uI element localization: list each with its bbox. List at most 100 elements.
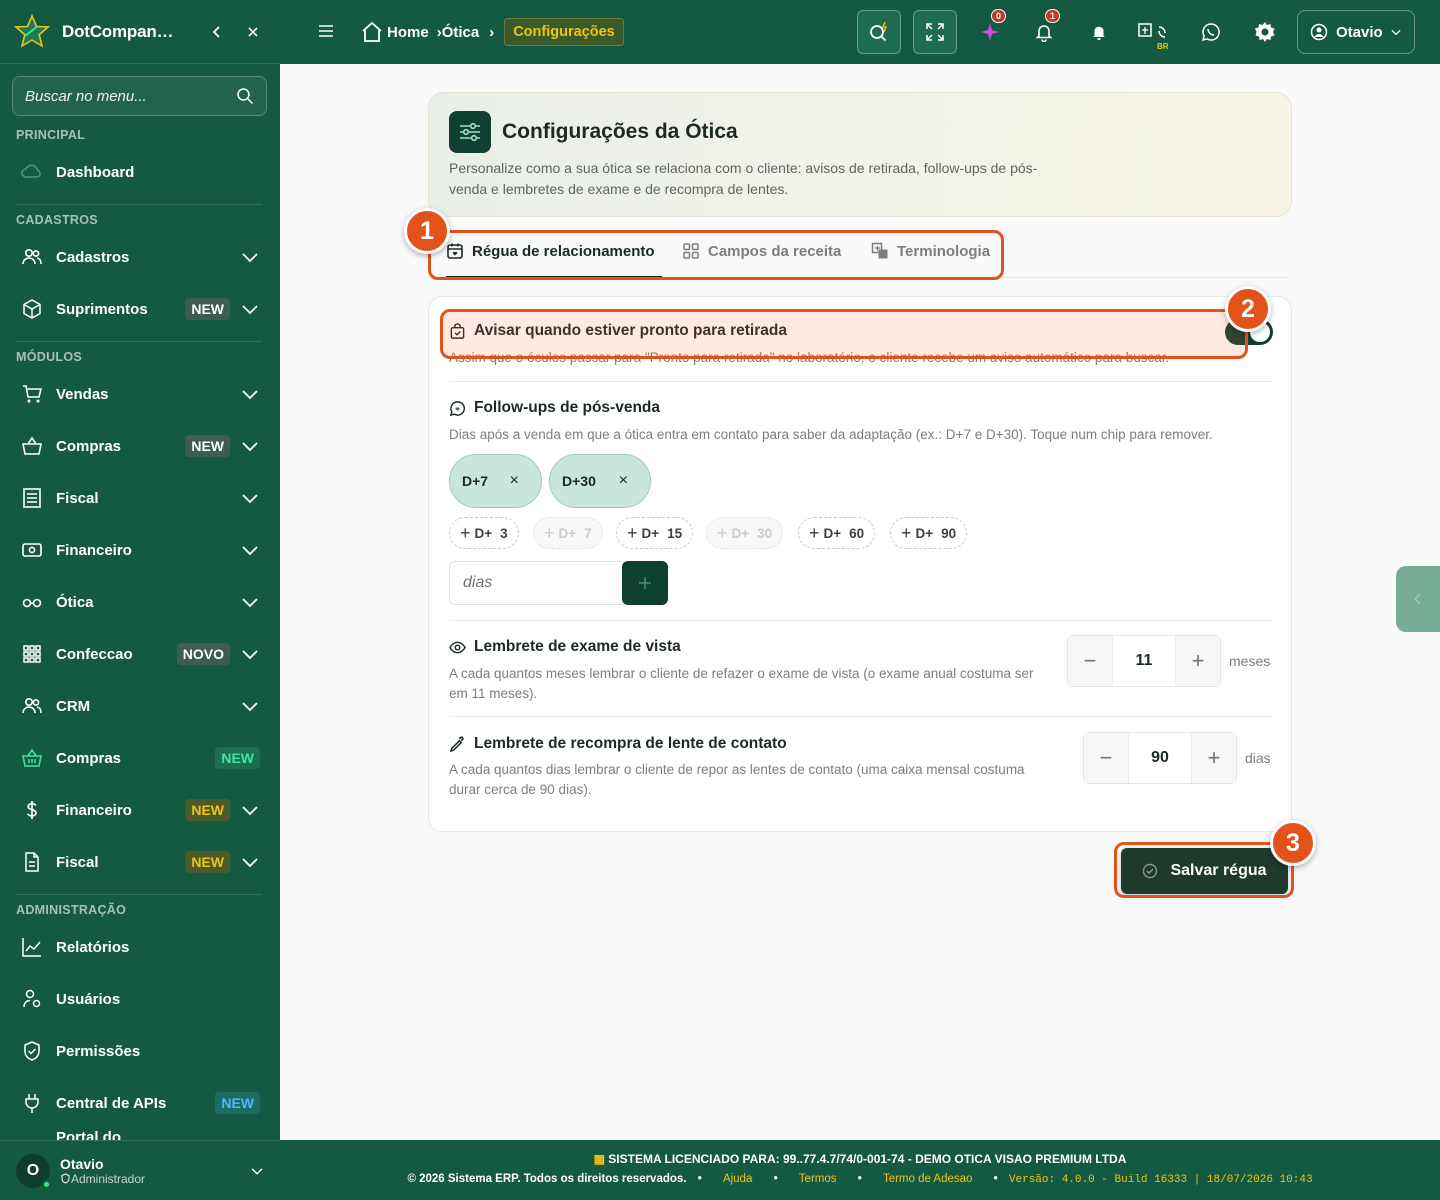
- page-title: Configurações da Ótica: [502, 120, 738, 143]
- new-badge: NEW: [185, 799, 230, 821]
- sidebar-item-dashboard[interactable]: Dashboard: [0, 149, 280, 195]
- eye-icon: [449, 641, 466, 653]
- add-followup-chip[interactable]: + D+ 90: [890, 517, 968, 549]
- sidebar-item-financeiro[interactable]: Financeiro: [0, 527, 280, 573]
- sidebar-search: [12, 76, 267, 116]
- sidebar-item-compras-new[interactable]: Compras NEW: [0, 735, 280, 781]
- increment-button[interactable]: +: [1176, 636, 1220, 686]
- notifications-button[interactable]: 1: [1022, 9, 1066, 54]
- remove-chip-icon[interactable]: ×: [510, 472, 519, 490]
- exam-months-stepper: − 11 +: [1067, 635, 1221, 687]
- section-cadastros: CADASTROS: [16, 213, 98, 227]
- side-panel-handle[interactable]: [1396, 566, 1440, 632]
- fullscreen-button[interactable]: [913, 10, 957, 54]
- sidebar-item-label: Fiscal: [56, 489, 99, 507]
- sidebar-item-relatorios[interactable]: Relatórios: [0, 924, 280, 970]
- chevron-down-icon: [242, 702, 258, 712]
- sparkle-badge: 0: [990, 9, 1006, 23]
- sidebar-item-vendas[interactable]: Vendas: [0, 371, 280, 417]
- add-followup-chip[interactable]: + D+ 3: [449, 517, 519, 549]
- new-badge: NEW: [185, 435, 230, 457]
- collapse-sidebar-icon[interactable]: [204, 19, 230, 45]
- receipt-icon: [20, 486, 44, 510]
- add-followup-chip[interactable]: + D+ 15: [616, 517, 694, 549]
- sidebar-search-input[interactable]: [25, 87, 236, 105]
- sparkle-button[interactable]: 0: [968, 9, 1012, 54]
- sidebar-item-cadastros[interactable]: Cadastros: [0, 234, 280, 280]
- adhesion-terms-link[interactable]: Termo de Adesao: [883, 1173, 973, 1185]
- expand-icon: [926, 23, 944, 41]
- page-description: Personalize como a sua ótica se relacion…: [449, 160, 1038, 197]
- menu-icon[interactable]: [317, 22, 335, 40]
- sidebar-item-portal[interactable]: Portal do: [56, 1128, 121, 1140]
- add-day-button[interactable]: [622, 561, 668, 605]
- close-icon[interactable]: [240, 19, 266, 45]
- sidebar-item-financeiro-new[interactable]: Financeiro NEW: [0, 787, 280, 833]
- chip-value: 90: [941, 525, 957, 541]
- followup-chip[interactable]: D+7 ×: [449, 454, 542, 508]
- followups-description: Dias após a venda em que a ótica entra e…: [449, 427, 1213, 442]
- gear-icon: [1255, 22, 1275, 42]
- plus-icon: +: [809, 523, 820, 543]
- terms-link[interactable]: Termos: [799, 1173, 837, 1185]
- whatsapp-button[interactable]: [1189, 10, 1233, 54]
- translate-icon: [1138, 23, 1166, 38]
- user-circle-icon: [1310, 23, 1328, 41]
- sidebar-user[interactable]: O Otavio Administrador: [0, 1140, 280, 1200]
- chevron-down-icon: [251, 1167, 263, 1175]
- plug-icon: [20, 1091, 44, 1115]
- sidebar-item-compras[interactable]: Compras NEW: [0, 423, 280, 469]
- lens-days-value[interactable]: 90: [1128, 733, 1192, 783]
- user-gear-icon: [20, 987, 44, 1011]
- search-ai-button[interactable]: [857, 10, 901, 54]
- topbar: Home › Ótica › Configurações 0 1 BR Otav…: [280, 0, 1440, 64]
- bell-icon: [1035, 25, 1053, 42]
- days-input[interactable]: [463, 574, 611, 592]
- sidebar-item-suprimentos[interactable]: Suprimentos NEW: [0, 286, 280, 332]
- exam-unit: meses: [1229, 653, 1271, 669]
- language-button[interactable]: BR: [1132, 10, 1176, 54]
- language-code: BR: [1157, 42, 1169, 51]
- remove-chip-icon[interactable]: ×: [619, 472, 628, 490]
- search-icon: [870, 21, 888, 42]
- grid-icon: [20, 642, 44, 666]
- breadcrumb-otica[interactable]: Ótica: [442, 24, 480, 41]
- lens-title: Lembrete de recompra de lente de contato: [449, 735, 787, 753]
- alerts-button[interactable]: [1077, 10, 1121, 54]
- footer: ▦ SISTEMA LICENCIADO PARA: 99..77.4.7/74…: [280, 1140, 1440, 1200]
- chip-label: D+30: [562, 473, 596, 489]
- sidebar-item-fiscal[interactable]: Fiscal: [0, 475, 280, 521]
- sidebar-item-usuarios[interactable]: Usuários: [0, 976, 280, 1022]
- divider: [16, 204, 262, 205]
- highlight-box-save: [1114, 842, 1294, 898]
- user-name: Otavio: [60, 1155, 104, 1172]
- chevron-down-icon: [242, 494, 258, 504]
- sidebar-item-central-apis[interactable]: Central de APIs NEW: [0, 1080, 280, 1126]
- help-link[interactable]: Ajuda: [723, 1173, 752, 1185]
- chip-value: 60: [849, 525, 865, 541]
- sidebar-item-crm[interactable]: CRM: [0, 683, 280, 729]
- add-followup-chip[interactable]: + D+ 60: [798, 517, 876, 549]
- document-icon: [20, 850, 44, 874]
- sidebar-item-fiscal-new[interactable]: Fiscal NEW: [0, 839, 280, 885]
- step-marker: 1: [404, 208, 450, 254]
- whatsapp-icon: [1201, 23, 1220, 42]
- chevron-down-icon: [1391, 29, 1401, 36]
- user-menu[interactable]: Otavio: [1297, 10, 1415, 54]
- decrement-button[interactable]: −: [1084, 733, 1128, 783]
- settings-button[interactable]: [1243, 10, 1287, 54]
- sidebar-item-permissoes[interactable]: Permissões: [0, 1028, 280, 1074]
- exam-title-text: Lembrete de exame de vista: [474, 638, 681, 655]
- chevron-down-icon: [242, 806, 258, 816]
- exam-months-value[interactable]: 11: [1112, 636, 1176, 686]
- breadcrumb-home[interactable]: Home: [387, 24, 429, 41]
- chevron-down-icon: [242, 253, 258, 263]
- sidebar-item-label: Confeccao: [56, 645, 133, 663]
- increment-button[interactable]: +: [1192, 733, 1236, 783]
- sidebar-item-confeccao[interactable]: Confeccao NOVO: [0, 631, 280, 677]
- sidebar-item-otica[interactable]: Ótica: [0, 579, 280, 625]
- followup-chip[interactable]: D+30 ×: [549, 454, 651, 508]
- highlight-box-tabs: [428, 230, 1004, 280]
- decrement-button[interactable]: −: [1068, 636, 1112, 686]
- sidebar-item-label: Relatórios: [56, 938, 130, 956]
